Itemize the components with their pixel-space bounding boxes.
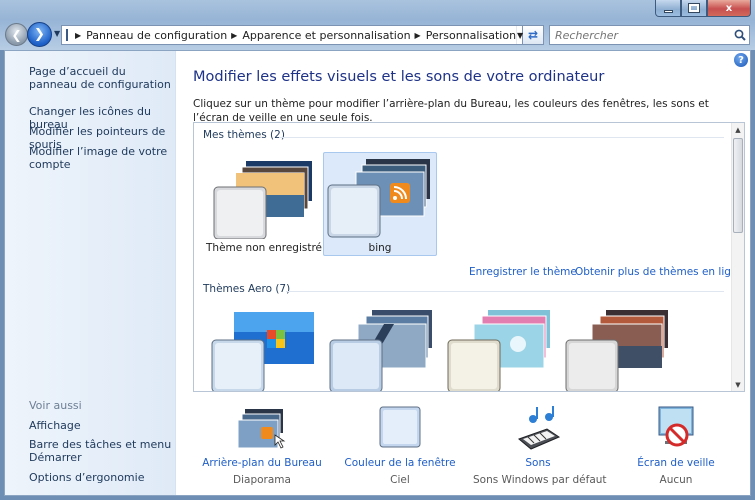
theme-thumbnail bbox=[565, 310, 668, 391]
window-color-value: Ciel bbox=[390, 474, 410, 486]
refresh-button[interactable]: ⇄ bbox=[523, 25, 544, 45]
chevron-right-icon[interactable]: ▶ bbox=[231, 31, 237, 40]
desktop-background-value: Diaporama bbox=[233, 474, 291, 486]
close-button[interactable]: x bbox=[707, 0, 751, 17]
group-header-my-themes: Mes thèmes (2) bbox=[203, 129, 285, 141]
scroll-up-icon[interactable]: ▲ bbox=[732, 123, 744, 136]
sidebar-item-display[interactable]: Affichage bbox=[29, 419, 172, 432]
recent-pages-dropdown[interactable]: ▼ bbox=[54, 29, 60, 38]
window-controls: x bbox=[655, 0, 751, 17]
theme-item-landscapes[interactable] bbox=[559, 305, 673, 391]
theme-item-bing[interactable]: bing bbox=[323, 152, 437, 256]
window-content: Page d’accueil du panneau de configurati… bbox=[4, 50, 751, 496]
screensaver-value: Aucun bbox=[659, 474, 693, 486]
theme-list[interactable]: Mes thèmes (2) Thème non enregistré bing… bbox=[193, 122, 745, 392]
theme-list-scrollbar[interactable]: ▲ ▼ bbox=[731, 123, 744, 391]
breadcrumb-appearance[interactable]: Apparence et personnalisation bbox=[242, 29, 410, 42]
chevron-right-icon[interactable]: ▶ bbox=[75, 31, 81, 40]
theme-thumbnail bbox=[329, 310, 432, 391]
theme-label: Thème non enregistré bbox=[206, 242, 323, 254]
maximize-icon bbox=[688, 3, 700, 13]
desktop-background-link[interactable]: Arrière-plan du Bureau bbox=[197, 457, 327, 469]
more-themes-link[interactable]: Obtenir plus de thèmes en ligne bbox=[575, 266, 744, 278]
minimize-icon bbox=[663, 9, 673, 13]
address-bar[interactable]: ▶ Panneau de configuration ▶ Apparence e… bbox=[61, 25, 523, 45]
theme-item-unsaved[interactable]: Thème non enregistré bbox=[205, 152, 323, 256]
search-icon[interactable] bbox=[731, 26, 749, 44]
maximize-button[interactable] bbox=[681, 0, 707, 17]
forward-button[interactable]: ❯ bbox=[27, 22, 52, 47]
theme-label: bing bbox=[368, 242, 392, 254]
scroll-down-icon[interactable]: ▼ bbox=[732, 378, 744, 391]
theme-item-characters[interactable] bbox=[441, 305, 555, 391]
back-button[interactable]: ❮ bbox=[5, 23, 28, 46]
minimize-button[interactable] bbox=[655, 0, 681, 17]
arrow-left-icon: ❮ bbox=[11, 27, 22, 42]
search-box[interactable] bbox=[549, 25, 750, 45]
theme-thumbnail bbox=[327, 159, 430, 238]
window-color-link[interactable]: Couleur de la fenêtre bbox=[335, 457, 465, 469]
scroll-thumb[interactable] bbox=[733, 138, 743, 233]
screensaver-icon bbox=[658, 406, 694, 447]
control-panel-icon bbox=[66, 29, 68, 41]
page-description: Cliquez sur un thème pour modifier l’arr… bbox=[193, 98, 709, 124]
sidebar-item-account-picture[interactable]: Modifier l’image de votre compte bbox=[29, 145, 172, 171]
theme-thumbnail bbox=[213, 161, 312, 239]
theme-thumbnail bbox=[447, 310, 550, 391]
breadcrumb-personalization[interactable]: Personnalisation bbox=[426, 29, 516, 42]
theme-thumbnail bbox=[211, 312, 314, 391]
sidebar-item-control-panel-home[interactable]: Page d’accueil du panneau de configurati… bbox=[29, 65, 172, 91]
search-input[interactable] bbox=[550, 26, 731, 44]
breadcrumb-control-panel[interactable]: Panneau de configuration bbox=[86, 29, 227, 42]
chevron-right-icon[interactable]: ▶ bbox=[415, 31, 421, 40]
sidebar-item-taskbar[interactable]: Barre des tâches et menu Démarrer bbox=[29, 438, 172, 464]
help-icon[interactable]: ? bbox=[734, 53, 748, 67]
theme-item-windows7[interactable] bbox=[205, 305, 319, 391]
group-header-aero-themes: Thèmes Aero (7) bbox=[203, 283, 291, 295]
sidebar-item-ease-of-access[interactable]: Options d’ergonomie bbox=[29, 471, 172, 484]
sounds-icon bbox=[518, 406, 561, 450]
see-also-heading: Voir aussi bbox=[29, 399, 82, 412]
window-color-icon bbox=[379, 406, 421, 448]
group-divider bbox=[279, 137, 724, 138]
sidebar: Page d’accueil du panneau de configurati… bbox=[5, 51, 176, 495]
screensaver-link[interactable]: Écran de veille bbox=[611, 457, 741, 469]
theme-item-architecture[interactable] bbox=[323, 305, 437, 391]
save-theme-link[interactable]: Enregistrer le thème bbox=[469, 266, 577, 278]
arrow-right-icon: ❯ bbox=[34, 27, 45, 42]
sounds-link[interactable]: Sons bbox=[473, 457, 603, 469]
page-title: Modifier les effets visuels et les sons … bbox=[193, 69, 605, 85]
desktop-background-icon bbox=[237, 409, 286, 449]
sounds-value: Sons Windows par défaut bbox=[473, 474, 607, 486]
group-divider bbox=[286, 291, 724, 292]
refresh-icon: ⇄ bbox=[527, 28, 539, 42]
